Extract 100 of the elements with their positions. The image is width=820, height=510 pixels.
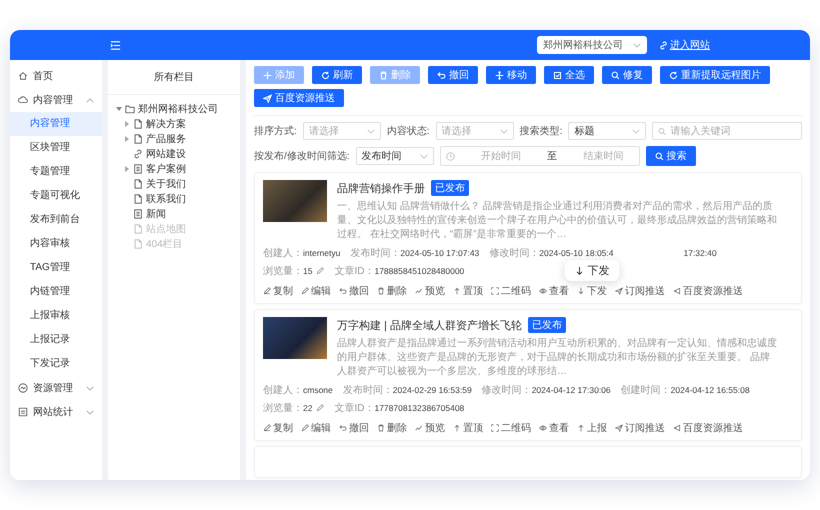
tree-node[interactable]: 郑州网裕科技公司 <box>108 101 240 116</box>
article-action-link[interactable]: 复制 <box>263 284 293 298</box>
filter-label: 搜索类型: <box>520 124 562 138</box>
scan-frame-icon <box>491 424 499 432</box>
cloud-icon <box>18 95 28 105</box>
caret-icon[interactable] <box>124 120 130 126</box>
article-action-link[interactable]: 订阅推送 <box>615 421 665 435</box>
article-action-link[interactable]: 查看 <box>539 421 569 435</box>
caret-icon[interactable] <box>116 106 122 112</box>
pencil-icon[interactable] <box>316 267 324 275</box>
sidebar-subitem[interactable]: 下发记录 <box>10 352 102 376</box>
chevron-icon <box>86 386 94 390</box>
article-action-link[interactable]: 撤回 <box>339 421 369 435</box>
sidebar-subitem[interactable]: TAG管理 <box>10 256 102 280</box>
meta-text: 文章ID：1778708132386705408 <box>334 402 464 415</box>
trash-icon <box>377 424 385 432</box>
list-document-icon <box>133 164 143 174</box>
menu-icon[interactable] <box>110 40 121 50</box>
enter-site-link[interactable]: 进入网站 <box>659 38 710 52</box>
status-badge: 已发布 <box>431 180 469 196</box>
article-action-link[interactable]: 查看 <box>539 284 569 298</box>
article-title[interactable]: 万字构建 | 品牌全域人群资产增长飞轮 <box>337 318 522 332</box>
article-action-link[interactable]: 订阅推送 <box>615 284 665 298</box>
chevron-icon <box>500 128 508 134</box>
sidebar-subitem[interactable]: 内容管理 <box>10 112 102 136</box>
toolbar-button[interactable]: 重新提取远程图片 <box>660 66 770 84</box>
chevron-icon <box>632 128 640 134</box>
article-action-link[interactable]: 下发 <box>577 284 607 298</box>
time-type-select[interactable]: 发布时间 <box>356 147 434 165</box>
meta-text: 浏览量：22 <box>263 402 312 415</box>
toolbar-button[interactable]: 刷新 <box>312 66 362 84</box>
link-icon <box>659 40 668 50</box>
line-chart-icon <box>415 287 423 295</box>
photo-placeholder <box>263 317 327 359</box>
status-badge: 已发布 <box>528 317 566 333</box>
date-range-field[interactable]: 开始时间 至 结束时间 <box>440 146 640 166</box>
tree-node[interactable]: 新闻 <box>108 206 240 221</box>
caret-icon[interactable] <box>124 136 130 142</box>
article-action-link[interactable]: 删除 <box>377 284 407 298</box>
article-action-link[interactable]: 预览 <box>415 421 445 435</box>
sidebar-subitem[interactable]: 内容审核 <box>10 232 102 256</box>
search-icon <box>654 152 664 160</box>
article-action-link[interactable]: 复制 <box>263 421 293 435</box>
article-action-link[interactable]: 百度资源推送 <box>673 284 743 298</box>
article-action-link[interactable]: 置顶 <box>453 421 483 435</box>
home-icon <box>18 71 28 81</box>
sidebar-subitem[interactable]: 上报审核 <box>10 304 102 328</box>
document-icon <box>133 224 143 234</box>
arrow-up-icon <box>453 287 461 295</box>
search-icon <box>611 70 620 80</box>
tree-node[interactable]: 网站建设 <box>108 146 240 161</box>
tree-node[interactable]: 关于我们 <box>108 176 240 191</box>
sidebar-subitem[interactable]: 上报记录 <box>10 328 102 352</box>
scan-frame-icon <box>491 287 499 295</box>
sidebar-subitem[interactable]: 区块管理 <box>10 136 102 160</box>
toolbar-button[interactable]: 修复 <box>602 66 652 84</box>
article-action-link[interactable]: 编辑 <box>301 284 331 298</box>
panel-title: 所有栏目 <box>108 60 240 95</box>
arrow-up-icon <box>453 424 461 432</box>
article-action-link[interactable]: 二维码 <box>491 284 531 298</box>
sidebar-item[interactable]: 资源管理 <box>10 376 102 400</box>
list-box-icon <box>18 407 28 417</box>
article-action-link[interactable]: 置顶 <box>453 284 483 298</box>
sidebar-subitem[interactable]: 发布到前台 <box>10 208 102 232</box>
article-action-link[interactable]: 预览 <box>415 284 445 298</box>
checkbox-icon <box>553 70 562 80</box>
toolbar-button[interactable]: 全选 <box>544 66 594 84</box>
tree-node[interactable]: 解决方案 <box>108 116 240 131</box>
article-action-link[interactable]: 百度资源推送 <box>673 421 743 435</box>
tree-node[interactable]: 客户案例 <box>108 161 240 176</box>
meta-text: 创建人：cmsone <box>263 384 333 397</box>
meta-text: 浏览量：15 <box>263 264 312 278</box>
undo-icon <box>437 70 446 80</box>
toolbar-button[interactable]: 撤回 <box>428 66 478 84</box>
tree-node[interactable]: 联系我们 <box>108 191 240 206</box>
search-type-select[interactable]: 标题 <box>568 122 646 140</box>
arrow-up-icon <box>577 424 585 432</box>
filter-label: 按发布/修改时间筛选: <box>254 150 350 163</box>
article-title[interactable]: 品牌营销操作手册 <box>337 180 425 196</box>
caret-icon[interactable] <box>124 166 130 172</box>
sidebar-subitem[interactable]: 内链管理 <box>10 280 102 304</box>
toolbar-button[interactable]: 百度资源推送 <box>254 89 344 107</box>
sidebar-item[interactable]: 首页 <box>10 64 102 88</box>
article-action-link[interactable]: 编辑 <box>301 421 331 435</box>
article-action-link[interactable]: 撤回 <box>339 284 369 298</box>
article-action-link[interactable]: 删除 <box>377 421 407 435</box>
sidebar-subitem[interactable]: 专题管理 <box>10 160 102 184</box>
search-button[interactable]: 搜索 <box>646 146 696 166</box>
tree-node[interactable]: 产品服务 <box>108 131 240 146</box>
pencil-icon[interactable] <box>316 404 324 412</box>
filter-label: 内容状态: <box>386 124 430 138</box>
clock-icon <box>446 152 455 160</box>
article-action-link[interactable]: 二维码 <box>491 421 531 435</box>
sidebar-item[interactable]: 网站统计 <box>10 400 102 424</box>
article-action-link[interactable]: 上报 <box>577 421 607 435</box>
paper-plane-icon <box>615 424 623 432</box>
sidebar-item[interactable]: 内容管理 <box>10 88 102 112</box>
sidebar-subitem[interactable]: 专题可视化 <box>10 184 102 208</box>
toolbar-button[interactable]: 移动 <box>486 66 536 84</box>
site-select[interactable]: 郑州网裕科技公司 <box>537 36 647 54</box>
